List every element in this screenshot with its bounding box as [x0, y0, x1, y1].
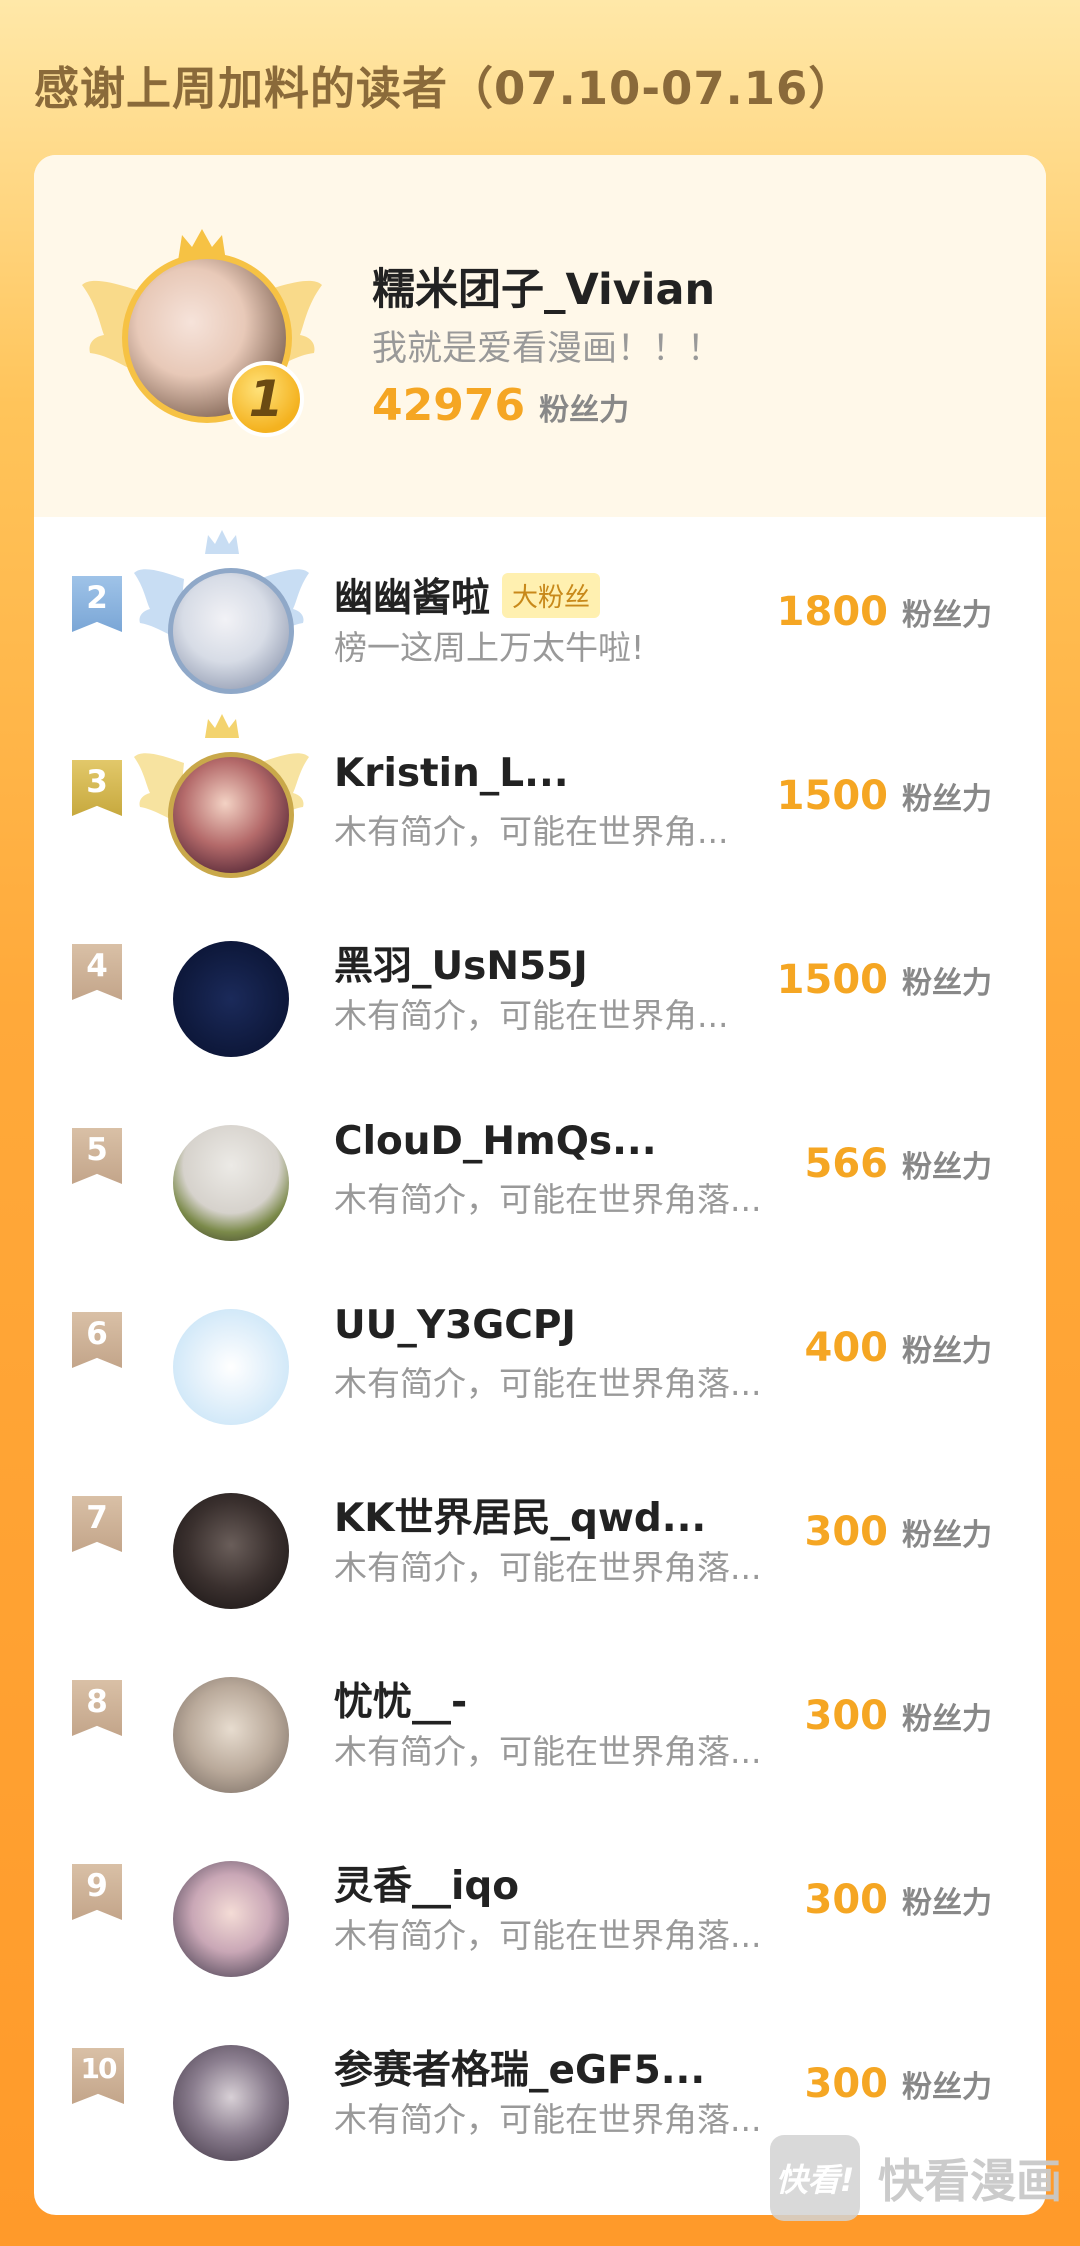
score-value: 1500: [776, 773, 888, 819]
rank-tag: 4: [72, 944, 122, 1000]
watermark: 快看! 快看漫画: [770, 2135, 1062, 2221]
user-score: 566 粉丝力: [805, 1141, 993, 1187]
score-value: 300: [804, 2061, 889, 2107]
top-fan-section[interactable]: 1 糯米团子_Vivian 我就是爱看漫画！！！ 42976 粉丝力: [34, 155, 1046, 517]
score-unit: 粉丝力: [902, 1886, 992, 1921]
app-logo: 快看!: [770, 2135, 860, 2221]
top-avatar-frame: 1: [82, 225, 322, 455]
list-item[interactable]: 6 UU_Y3GCPJ 木有简介，可能在世界角落... 400 粉丝力: [34, 1253, 1046, 1437]
user-score: 1800 粉丝力: [777, 589, 992, 635]
user-name[interactable]: KK世界居民_qwd...: [334, 1487, 706, 1543]
user-name[interactable]: 黑羽_UsN55J: [334, 935, 588, 991]
watermark-text: 快看漫画: [878, 2154, 1062, 2208]
avatar[interactable]: [173, 2045, 289, 2161]
user-score: 300 粉丝力: [805, 1509, 993, 1555]
user-score: 1500 粉丝力: [777, 957, 992, 1003]
user-bio: 木有简介，可能在世界角落...: [334, 1548, 762, 1587]
user-name[interactable]: Kristin_L...: [334, 751, 569, 796]
avatar[interactable]: [173, 1677, 289, 1793]
user-bio: 木有简介，可能在世界角落...: [334, 1732, 762, 1771]
user-bio: 木有简介，可能在世界角...: [334, 812, 729, 851]
list-item[interactable]: 2 幽幽酱啦 大粉丝 榜一这周上万太牛啦! 1800 粉丝力: [34, 517, 1046, 701]
rank-tag: 2: [72, 576, 122, 632]
rank-tag: 3: [72, 760, 122, 816]
list-item[interactable]: 7 KK世界居民_qwd... 木有简介，可能在世界角落... 300 粉丝力: [34, 1437, 1046, 1621]
user-score: 400 粉丝力: [805, 1325, 993, 1371]
user-bio: 木有简介，可能在世界角落...: [334, 2100, 762, 2139]
avatar[interactable]: [173, 1125, 289, 1241]
user-score: 300 粉丝力: [805, 1877, 993, 1923]
user-score: 300 粉丝力: [805, 2061, 993, 2107]
list-item[interactable]: 8 忧忧__- 木有简介，可能在世界角落... 300 粉丝力: [34, 1621, 1046, 1805]
list-item[interactable]: 9 灵香__iqo 木有简介，可能在世界角落... 300 粉丝力: [34, 1805, 1046, 1989]
name-line: 幽幽酱啦 大粉丝: [334, 567, 601, 623]
avatar[interactable]: [168, 568, 294, 694]
score-unit: 粉丝力: [902, 1334, 992, 1369]
user-name[interactable]: 幽幽酱啦: [334, 567, 490, 623]
top-user-score: 42976 粉丝力: [372, 380, 629, 431]
name-line: KK世界居民_qwd...: [334, 1487, 706, 1543]
list-item[interactable]: 3 Kristin_L... 木有简介，可能在世界角... 1500 粉丝力: [34, 701, 1046, 885]
user-bio: 木有简介，可能在世界角...: [334, 996, 729, 1035]
avatar[interactable]: [173, 1861, 289, 1977]
name-line: Kristin_L...: [334, 751, 569, 796]
score-value: 300: [804, 1877, 889, 1923]
avatar[interactable]: [168, 752, 294, 878]
score-value: 300: [804, 1509, 889, 1555]
avatar[interactable]: [173, 1493, 289, 1609]
score-value: 42976: [372, 380, 526, 431]
score-value: 566: [804, 1141, 889, 1187]
score-value: 1800: [776, 589, 888, 635]
avatar[interactable]: [173, 941, 289, 1057]
name-line: UU_Y3GCPJ: [334, 1303, 576, 1348]
score-unit: 粉丝力: [902, 1518, 992, 1553]
rank-tag: 5: [72, 1128, 122, 1184]
score-unit: 粉丝力: [539, 393, 630, 428]
rank-tag: 8: [72, 1680, 122, 1736]
score-unit: 粉丝力: [902, 966, 992, 1001]
avatar[interactable]: [173, 1309, 289, 1425]
user-name[interactable]: ClouD_HmQs...: [334, 1119, 657, 1164]
user-score: 1500 粉丝力: [777, 773, 992, 819]
user-bio: 榜一这周上万太牛啦!: [334, 628, 645, 667]
name-line: ClouD_HmQs...: [334, 1119, 657, 1164]
crown-icon: [205, 714, 239, 738]
name-line: 忧忧__-: [334, 1671, 467, 1727]
list-item[interactable]: 4 黑羽_UsN55J 木有简介，可能在世界角... 1500 粉丝力: [34, 885, 1046, 1069]
user-bio: 木有简介，可能在世界角落...: [334, 1180, 762, 1219]
score-value: 1500: [776, 957, 888, 1003]
user-name[interactable]: 灵香__iqo: [334, 1855, 519, 1911]
rank-tag: 6: [72, 1312, 122, 1368]
fan-badge: 大粉丝: [502, 572, 601, 618]
score-value: 300: [804, 1693, 889, 1739]
page-title: 感谢上周加料的读者（07.10-07.16）: [34, 62, 855, 115]
crown-icon: [205, 530, 239, 554]
score-unit: 粉丝力: [902, 782, 992, 817]
list-item[interactable]: 5 ClouD_HmQs... 木有简介，可能在世界角落... 566 粉丝力: [34, 1069, 1046, 1253]
name-line: 参赛者格瑞_eGF5...: [334, 2039, 705, 2095]
score-unit: 粉丝力: [902, 1702, 992, 1737]
top-user-name[interactable]: 糯米团子_Vivian: [372, 255, 715, 317]
name-line: 灵香__iqo: [334, 1855, 519, 1911]
rank-tag: 10: [72, 2048, 124, 2104]
score-unit: 粉丝力: [902, 598, 992, 633]
score-unit: 粉丝力: [902, 2070, 992, 2105]
user-name[interactable]: UU_Y3GCPJ: [334, 1303, 576, 1348]
rank-tag: 7: [72, 1496, 122, 1552]
rank-tag: 9: [72, 1864, 122, 1920]
user-bio: 木有简介，可能在世界角落...: [334, 1916, 762, 1955]
user-bio: 木有简介，可能在世界角落...: [334, 1364, 762, 1403]
rank-one-badge: 1: [228, 361, 304, 437]
score-unit: 粉丝力: [902, 1150, 992, 1185]
user-name[interactable]: 参赛者格瑞_eGF5...: [334, 2039, 705, 2095]
name-line: 黑羽_UsN55J: [334, 935, 588, 991]
user-name[interactable]: 忧忧__-: [334, 1671, 467, 1727]
top-user-bio: 我就是爱看漫画！！！: [372, 329, 723, 369]
score-value: 400: [804, 1325, 889, 1371]
user-score: 300 粉丝力: [805, 1693, 993, 1739]
ranking-card: 1 糯米团子_Vivian 我就是爱看漫画！！！ 42976 粉丝力 2 幽幽酱…: [34, 155, 1046, 2215]
